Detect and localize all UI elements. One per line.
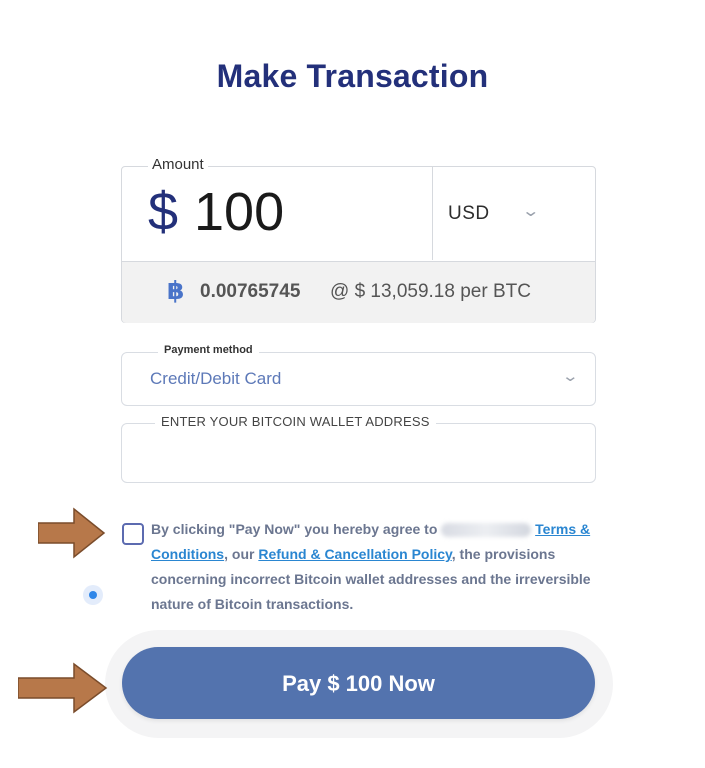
amount-input[interactable]: $ 100 [122,167,432,260]
amount-label: Amount [148,156,208,173]
arrow-right-icon [38,507,106,559]
page-title: Make Transaction [216,58,489,94]
btc-conversion: ฿ 0.00765745 @ $ 13,059.18 per BTC [122,261,595,323]
terms-text-middle: , our [224,546,255,562]
wallet-address-field [121,423,596,483]
payment-method-value: Credit/Debit Card [150,369,282,388]
chevron-down-icon: ⌄ [561,368,580,385]
wallet-address-label: ENTER YOUR BITCOIN WALLET ADDRESS [155,414,436,429]
btc-amount: 0.00765745 [200,281,301,302]
currency-symbol: $ [148,182,179,242]
arrow-right-icon [18,662,108,714]
wallet-address-input[interactable] [138,442,572,470]
payment-method-label: Payment method [158,344,259,356]
btc-rate: @ $ 13,059.18 per BTC [330,281,531,302]
chevron-down-icon: ⌄ [521,203,541,220]
terms-text-before: By clicking "Pay Now" you hereby agree t… [151,521,438,537]
pay-now-button[interactable]: Pay $ 100 Now [122,647,595,719]
refund-policy-link[interactable]: Refund & Cancellation Policy [258,546,451,562]
currency-value: USD [448,203,490,224]
terms-checkbox[interactable] [122,523,144,545]
bitcoin-icon: ฿ [167,277,185,305]
redacted-company-name [441,523,532,538]
payment-method-select[interactable]: Credit/Debit Card ⌄ [121,352,596,406]
status-dot [83,585,103,605]
currency-select[interactable]: USD ⌄ [433,167,595,260]
amount-row: $ 100 USD ⌄ [122,167,595,260]
amount-panel: $ 100 USD ⌄ ฿ 0.00765745 @ $ 13,059.18 p… [121,166,596,323]
amount-value: 100 [194,182,285,242]
terms-text: By clicking "Pay Now" you hereby agree t… [151,517,596,617]
